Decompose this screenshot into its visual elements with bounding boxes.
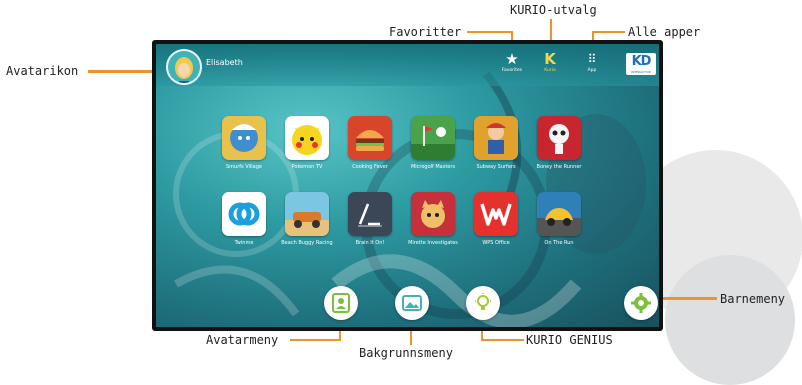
app-cooking-fever[interactable]: Cooking Fever bbox=[337, 116, 403, 170]
app-microgolf-masters[interactable]: Microgolf Masters bbox=[400, 116, 466, 170]
smurf-icon bbox=[222, 116, 266, 160]
parent-menu-button[interactable] bbox=[624, 286, 658, 320]
app-name: Pokemon TV bbox=[291, 164, 323, 170]
leader-line bbox=[467, 31, 512, 33]
callout-alle-apper: Alle apper bbox=[628, 25, 701, 39]
app-wps-office[interactable]: WPS Office bbox=[463, 192, 529, 246]
image-icon bbox=[402, 295, 422, 311]
portrait-icon bbox=[332, 293, 350, 313]
burger-icon bbox=[348, 116, 392, 160]
favorites-button[interactable]: ★ Favorites bbox=[492, 50, 532, 73]
avatar-menu-button[interactable] bbox=[324, 286, 358, 320]
pikachu-icon bbox=[285, 116, 329, 160]
callout-bakgrunnsmeny: Bakgrunnsmeny bbox=[359, 346, 453, 360]
avatar-icon bbox=[168, 51, 200, 83]
leader-line bbox=[290, 339, 340, 341]
buggy-icon bbox=[285, 192, 329, 236]
leader-line bbox=[482, 339, 524, 341]
callout-favoritter: Favoritter bbox=[389, 25, 462, 39]
app-smurfs-village[interactable]: Smurfs Village bbox=[211, 116, 277, 170]
app-on-the-run[interactable]: On The Run bbox=[526, 192, 592, 246]
bg-circle bbox=[665, 255, 795, 385]
graffiti-decoration bbox=[173, 71, 646, 327]
brain-icon bbox=[348, 192, 392, 236]
callout-kurio-utvalg: KURIO-utvalg bbox=[510, 3, 597, 17]
app-subway-surfers[interactable]: Subway Surfers bbox=[463, 116, 529, 170]
app-name: Microgolf Masters bbox=[410, 164, 456, 170]
app-boney-the-runner[interactable]: Boney the Runner bbox=[526, 116, 592, 170]
surfer-icon bbox=[474, 116, 518, 160]
kurio-k-icon: K bbox=[544, 50, 556, 68]
twinme-icon bbox=[222, 192, 266, 236]
app-brain-it-on[interactable]: Brain It On! bbox=[337, 192, 403, 246]
kurio-button[interactable]: K Kurio bbox=[530, 50, 570, 73]
kurio-genius-button[interactable] bbox=[466, 286, 500, 320]
callout-kurio-genius: KURIO GENIUS bbox=[526, 333, 613, 347]
cat-icon bbox=[411, 192, 455, 236]
all-apps-button[interactable]: ⠿ App bbox=[572, 50, 612, 73]
app-name: Boney the Runner bbox=[536, 164, 582, 170]
car-icon bbox=[537, 192, 581, 236]
app-twinme[interactable]: Twinme bbox=[211, 192, 277, 246]
username: Elisabeth bbox=[206, 58, 243, 67]
app-name: Cooking Fever bbox=[352, 164, 388, 170]
home-wallpaper: Elisabeth ★ Favorites K Kurio ⠿ App KD I… bbox=[156, 44, 659, 327]
app-name: Subway Surfers bbox=[476, 164, 516, 170]
app-name: On The Run bbox=[544, 240, 574, 246]
callout-avatarmeny: Avatarmeny bbox=[206, 333, 279, 347]
app-name: Beach Buggy Racing bbox=[281, 240, 333, 246]
app-name: WPS Office bbox=[482, 240, 510, 246]
favorites-label: Favorites bbox=[501, 68, 523, 73]
app-name: Twinme bbox=[234, 240, 254, 246]
wps-icon bbox=[474, 192, 518, 236]
logo-subtext: INTERACTIVE bbox=[631, 70, 651, 74]
app-name: Brain It On! bbox=[355, 240, 385, 246]
callout-barnemeny: Barnemeny bbox=[720, 292, 786, 306]
leader-line bbox=[593, 31, 625, 33]
background-menu-button[interactable] bbox=[395, 286, 429, 320]
app-name: Smurfs Village bbox=[225, 164, 262, 170]
kd-interactive-logo: KD INTERACTIVE bbox=[626, 53, 656, 75]
callout-avatarikon: Avatarikon bbox=[6, 64, 79, 78]
app-beach-buggy-racing[interactable]: Beach Buggy Racing bbox=[274, 192, 340, 246]
skeleton-icon bbox=[537, 116, 581, 160]
lightbulb-icon bbox=[475, 293, 491, 310]
gear-icon bbox=[631, 293, 651, 313]
app-name: Mirette Investigates bbox=[408, 240, 458, 246]
apps-label: App bbox=[587, 68, 597, 73]
tablet-screen: Elisabeth ★ Favorites K Kurio ⠿ App KD I… bbox=[152, 40, 663, 331]
app-mirette-investigates[interactable]: Mirette Investigates bbox=[400, 192, 466, 246]
kurio-label: Kurio bbox=[544, 68, 556, 73]
star-icon: ★ bbox=[505, 50, 519, 68]
golf-icon bbox=[411, 116, 455, 160]
logo-text: KD bbox=[631, 54, 652, 69]
grid-icon: ⠿ bbox=[587, 52, 597, 66]
app-pokemon-tv[interactable]: Pokemon TV bbox=[274, 116, 340, 170]
avatar-button[interactable] bbox=[166, 49, 202, 85]
